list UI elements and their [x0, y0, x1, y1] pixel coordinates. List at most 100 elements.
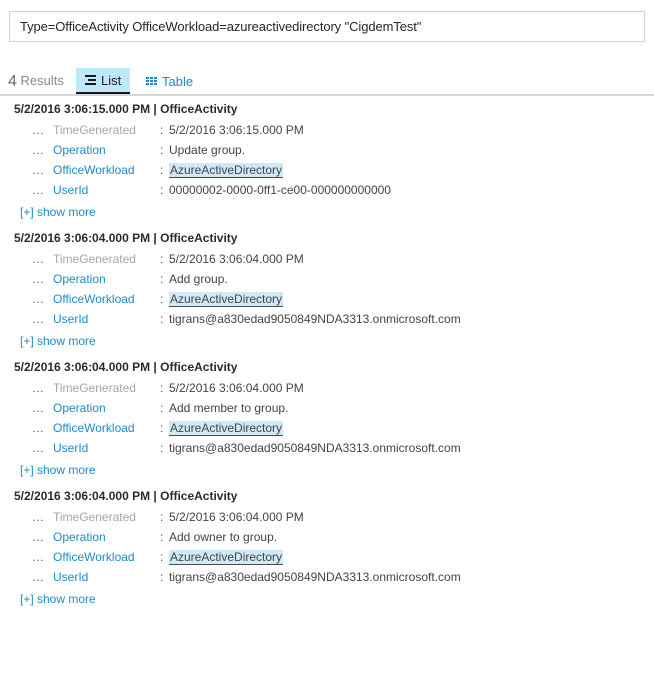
tab-table-label: Table	[162, 74, 194, 89]
field-row: ... OfficeWorkload: AzureActiveDirectory	[0, 418, 654, 438]
field-name-userid[interactable]: UserId	[53, 441, 160, 455]
field-ellipsis-icon[interactable]: ...	[22, 381, 44, 395]
field-ellipsis-icon[interactable]: ...	[22, 570, 44, 584]
field-colon: :	[160, 252, 164, 266]
query-input[interactable]	[10, 12, 644, 41]
field-colon: :	[160, 292, 164, 306]
field-name-operation[interactable]: Operation	[53, 143, 160, 157]
field-colon: :	[160, 183, 164, 197]
field-name-operation[interactable]: Operation	[53, 401, 160, 415]
field-ellipsis-icon[interactable]: ...	[22, 143, 44, 157]
field-row: ... OfficeWorkload: AzureActiveDirectory	[0, 547, 654, 567]
field-name-operation[interactable]: Operation	[53, 272, 160, 286]
field-name-timegenerated: TimeGenerated	[53, 123, 136, 137]
field-name-timegenerated: TimeGenerated	[53, 252, 136, 266]
field-name-timegenerated: TimeGenerated	[53, 381, 136, 395]
results-toolbar: 4 Results List Table	[0, 68, 654, 97]
field-ellipsis-icon[interactable]: ...	[22, 441, 44, 455]
show-more-row: [+] show more	[0, 200, 654, 228]
field-colon: :	[160, 510, 164, 524]
tab-list-label: List	[101, 72, 122, 88]
field-value-officeworkload[interactable]: AzureActiveDirectory	[169, 550, 654, 565]
field-colon: :	[160, 163, 164, 177]
show-more-row: [+] show more	[0, 329, 654, 357]
result-block: 5/2/2016 3:06:15.000 PM | OfficeActivity…	[0, 99, 654, 228]
field-row: ... TimeGenerated:5/2/2016 3:06:15.000 PM	[0, 120, 654, 140]
field-value-timegenerated: 5/2/2016 3:06:15.000 PM	[169, 123, 304, 137]
field-value-operation: Add owner to group.	[169, 530, 278, 544]
field-row: ... Operation: Update group.	[0, 140, 654, 160]
field-row: ... TimeGenerated:5/2/2016 3:06:04.000 PM	[0, 507, 654, 527]
field-value-officeworkload[interactable]: AzureActiveDirectory	[169, 163, 654, 178]
highlighted-value[interactable]: AzureActiveDirectory	[169, 550, 284, 565]
field-colon: :	[160, 381, 164, 395]
field-value-operation: Add group.	[169, 272, 228, 286]
field-name-officeworkload[interactable]: OfficeWorkload	[53, 421, 160, 435]
field-value-operation: Update group.	[169, 143, 246, 157]
field-name-officeworkload[interactable]: OfficeWorkload	[53, 292, 160, 306]
result-block: 5/2/2016 3:06:04.000 PM | OfficeActivity…	[0, 228, 654, 357]
field-ellipsis-icon[interactable]: ...	[22, 312, 44, 326]
field-row: ... OfficeWorkload: AzureActiveDirectory	[0, 289, 654, 309]
query-bar[interactable]	[9, 11, 645, 42]
show-more-link[interactable]: [+] show more	[0, 200, 96, 228]
field-row: ... TimeGenerated:5/2/2016 3:06:04.000 PM	[0, 378, 654, 398]
field-ellipsis-icon[interactable]: ...	[22, 401, 44, 415]
field-row: ... UserId: tigrans@a830edad9050849NDA3313…	[0, 438, 654, 458]
field-row: ... UserId:00000002-0000-0ff1-ce00-000000…	[0, 180, 654, 200]
field-ellipsis-icon[interactable]: ...	[22, 421, 44, 435]
result-header: 5/2/2016 3:06:04.000 PM | OfficeActivity	[14, 489, 238, 503]
field-ellipsis-icon[interactable]: ...	[22, 272, 44, 286]
toolbar-divider	[0, 94, 654, 96]
field-value-userid: 00000002-0000-0ff1-ce00-000000000000	[169, 183, 391, 197]
results-count-label: Results	[20, 73, 64, 88]
field-colon: :	[160, 143, 164, 157]
field-ellipsis-icon[interactable]: ...	[22, 510, 44, 524]
results-count: 4 Results	[8, 73, 64, 91]
result-block: 5/2/2016 3:06:04.000 PM | OfficeActivity…	[0, 486, 654, 615]
field-value-operation: Add member to group.	[169, 401, 289, 415]
table-grid-icon	[146, 76, 157, 87]
field-name-officeworkload[interactable]: OfficeWorkload	[53, 550, 160, 564]
field-colon: :	[160, 312, 164, 326]
field-value-userid: tigrans@a830edad9050849NDA3313.onmicroso…	[169, 441, 461, 455]
list-icon	[85, 75, 96, 85]
field-name-userid[interactable]: UserId	[53, 183, 160, 197]
field-row: ... OfficeWorkload: AzureActiveDirectory	[0, 160, 654, 180]
show-more-link[interactable]: [+] show more	[0, 587, 96, 615]
field-value-officeworkload[interactable]: AzureActiveDirectory	[169, 292, 654, 307]
show-more-link[interactable]: [+] show more	[0, 329, 96, 357]
field-ellipsis-icon[interactable]: ...	[22, 183, 44, 197]
field-row: ... Operation: Add group.	[0, 269, 654, 289]
show-more-row: [+] show more	[0, 587, 654, 615]
field-row: ... Operation: Add owner to group.	[0, 527, 654, 547]
field-value-userid: tigrans@a830edad9050849NDA3313.onmicroso…	[169, 570, 461, 584]
field-colon: :	[160, 570, 164, 584]
field-ellipsis-icon[interactable]: ...	[22, 252, 44, 266]
field-ellipsis-icon[interactable]: ...	[22, 292, 44, 306]
field-row: ... TimeGenerated:5/2/2016 3:06:04.000 PM	[0, 249, 654, 269]
field-ellipsis-icon[interactable]: ...	[22, 530, 44, 544]
field-name-operation[interactable]: Operation	[53, 530, 160, 544]
show-more-link[interactable]: [+] show more	[0, 458, 96, 486]
field-colon: :	[160, 401, 164, 415]
result-header: 5/2/2016 3:06:04.000 PM | OfficeActivity	[14, 231, 238, 245]
result-block: 5/2/2016 3:06:04.000 PM | OfficeActivity…	[0, 357, 654, 486]
field-name-userid[interactable]: UserId	[53, 312, 160, 326]
highlighted-value[interactable]: AzureActiveDirectory	[169, 292, 284, 307]
tab-table[interactable]: Table	[137, 68, 202, 95]
field-value-timegenerated: 5/2/2016 3:06:04.000 PM	[169, 252, 304, 266]
field-value-userid: tigrans@a830edad9050849NDA3313.onmicroso…	[169, 312, 461, 326]
highlighted-value[interactable]: AzureActiveDirectory	[169, 421, 284, 436]
field-name-officeworkload[interactable]: OfficeWorkload	[53, 163, 160, 177]
field-name-userid[interactable]: UserId	[53, 570, 160, 584]
field-ellipsis-icon[interactable]: ...	[22, 550, 44, 564]
field-ellipsis-icon[interactable]: ...	[22, 123, 44, 137]
result-header: 5/2/2016 3:06:15.000 PM | OfficeActivity	[14, 102, 238, 116]
tab-list[interactable]: List	[76, 68, 131, 95]
field-colon: :	[160, 441, 164, 455]
field-name-timegenerated: TimeGenerated	[53, 510, 136, 524]
highlighted-value[interactable]: AzureActiveDirectory	[169, 163, 284, 178]
field-value-officeworkload[interactable]: AzureActiveDirectory	[169, 421, 654, 436]
field-ellipsis-icon[interactable]: ...	[22, 163, 44, 177]
